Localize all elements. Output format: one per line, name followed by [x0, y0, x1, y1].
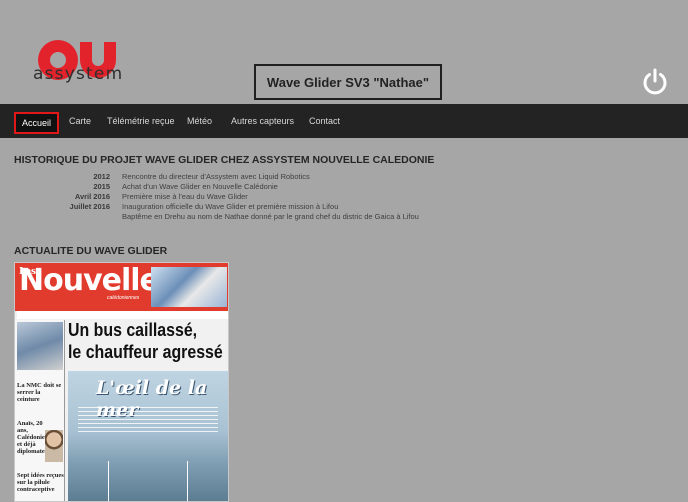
- newspaper-dateline: [17, 311, 228, 319]
- hero-photo: L'œil de la mer: [68, 371, 228, 501]
- nav-item-accueil[interactable]: Accueil: [14, 112, 60, 134]
- history-date: Avril 2016: [74, 192, 110, 201]
- history-row: 2012 Rencontre du directeur d'Assystem av…: [14, 172, 574, 182]
- history-title: HISTORIQUE DU PROJET WAVE GLIDER CHEZ AS…: [14, 154, 435, 166]
- car-photo: [17, 322, 63, 370]
- history-text: Inauguration officielle du Wave Glider e…: [122, 202, 339, 211]
- history-list: 2012 Rencontre du directeur d'Assystem av…: [14, 172, 574, 222]
- side-story-3: Sept idées reçues sur la pilule contrace…: [17, 472, 64, 493]
- history-text: Première mise à l'eau du Wave Glider: [122, 192, 248, 201]
- project-title: Wave Glider SV3 "Nathae": [254, 64, 442, 100]
- history-text: Baptême en Drehu au nom de Nathae donné …: [122, 212, 419, 221]
- masthead-photo: [151, 267, 227, 307]
- history-row: Juillet 2016 Inauguration officielle du W…: [14, 202, 574, 212]
- side-story-1: La NMC doit se serrer la ceinture: [17, 382, 62, 403]
- history-date: 2012: [93, 172, 110, 181]
- news-title: ACTUALITE DU WAVE GLIDER: [14, 245, 168, 257]
- boat-illustration: [108, 461, 188, 501]
- history-date: Juillet 2016: [69, 202, 110, 211]
- masthead-sub: calédoniennes: [107, 295, 140, 301]
- history-date: 2015: [93, 182, 110, 191]
- nav-item-meteo[interactable]: Météo: [187, 116, 212, 126]
- nav-item-autres-capteurs[interactable]: Autres capteurs: [231, 116, 294, 126]
- history-text: Rencontre du directeur d'Assystem avec L…: [122, 172, 310, 181]
- logo-text: assystem: [33, 64, 124, 84]
- history-date: [14, 212, 110, 222]
- newspaper-masthead: Les Nouvelles calédoniennes: [15, 263, 228, 311]
- headline: Un bus caillassé, le chauffeur agressé: [68, 319, 223, 363]
- history-row: Avril 2016 Première mise à l'eau du Wave …: [14, 192, 574, 202]
- history-text: Achat d'un Wave Glider en Nouvelle Caléd…: [122, 182, 278, 191]
- history-row: 2015 Achat d'un Wave Glider en Nouvelle C…: [14, 182, 574, 192]
- newspaper-sidebar: La NMC doit se serrer la ceinture Anaïs,…: [15, 320, 65, 501]
- history-row: Baptême en Drehu au nom de Nathae donné …: [14, 212, 574, 222]
- power-icon[interactable]: [640, 66, 670, 96]
- portrait-photo: [45, 430, 63, 462]
- headline-line-2: le chauffeur agressé: [68, 341, 223, 362]
- side-story-2: Anaïs, 20 ans, Calédonienne et déjà dipl…: [17, 420, 55, 455]
- site-header: assystem Wave Glider SV3 "Nathae": [0, 0, 688, 104]
- nav-item-telemetrie[interactable]: Télémétrie reçue: [107, 116, 175, 126]
- main-nav: Accueil Carte Télémétrie reçue Météo Aut…: [0, 104, 688, 138]
- headline-line-1: Un bus caillassé,: [68, 319, 198, 340]
- hero-caption: [78, 407, 218, 433]
- nav-item-contact[interactable]: Contact: [309, 116, 340, 126]
- nav-item-carte[interactable]: Carte: [69, 116, 91, 126]
- newspaper-image[interactable]: Les Nouvelles calédoniennes La NMC doit …: [14, 262, 229, 502]
